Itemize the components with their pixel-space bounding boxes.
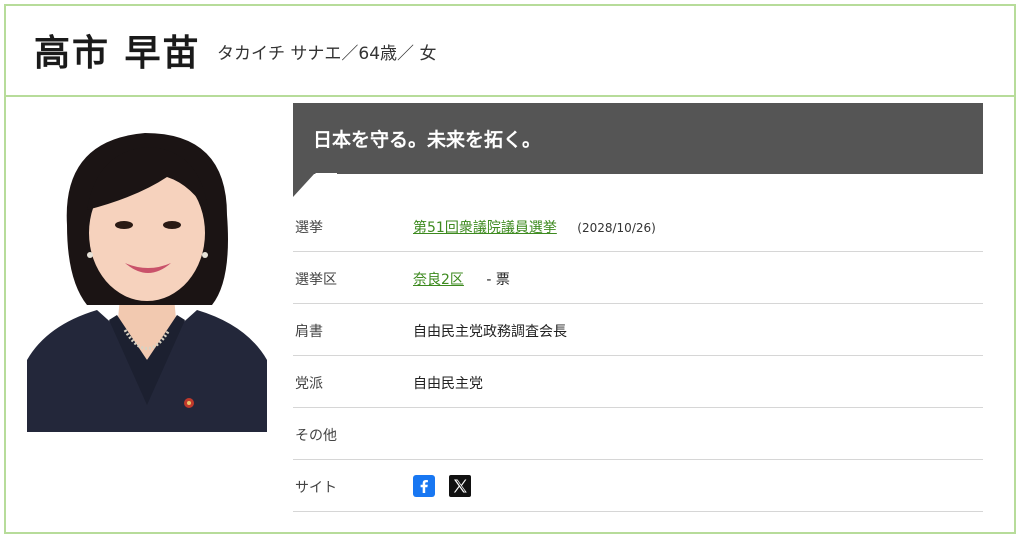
detail-row-title: 肩書 自由民主党政務調査会長 [293, 304, 983, 356]
detail-row-party: 党派 自由民主党 [293, 356, 983, 408]
candidate-kana-age-gender: タカイチ サナエ／64歳／ 女 [217, 44, 437, 64]
title-value: 自由民主党政務調査会長 [413, 324, 567, 340]
social-links [413, 475, 471, 497]
profile-header: 高市 早苗 タカイチ サナエ／64歳／ 女 [6, 6, 1014, 97]
party-label: 党派 [295, 376, 323, 392]
slogan-banner-tail [293, 173, 315, 197]
site-label: サイト [295, 480, 337, 496]
district-link[interactable]: 奈良2区 [413, 272, 464, 288]
details-list: 選挙 第51回衆議院議員選挙 (2028/10/26) 選挙区 奈良2区 - 票… [293, 200, 983, 512]
slogan-banner: 日本を守る。未来を拓く。 [293, 103, 983, 174]
slogan-banner-tail-cut [315, 173, 337, 197]
title-label: 肩書 [295, 324, 323, 340]
election-link[interactable]: 第51回衆議院議員選挙 [413, 220, 557, 236]
candidate-photo [27, 105, 267, 432]
detail-row-site: サイト [293, 460, 983, 512]
election-value: 第51回衆議院議員選挙 (2028/10/26) [413, 217, 656, 237]
election-date: (2028/10/26) [577, 221, 656, 235]
district-votes: - 票 [486, 272, 510, 288]
district-label: 選挙区 [295, 272, 337, 288]
facebook-icon[interactable] [413, 475, 435, 497]
detail-row-election: 選挙 第51回衆議院議員選挙 (2028/10/26) [293, 200, 983, 252]
election-label: 選挙 [295, 220, 323, 236]
x-icon[interactable] [449, 475, 471, 497]
other-label: その他 [295, 428, 337, 444]
detail-row-other: その他 [293, 408, 983, 460]
slogan-text: 日本を守る。未来を拓く。 [313, 129, 542, 151]
detail-row-district: 選挙区 奈良2区 - 票 [293, 252, 983, 304]
party-value: 自由民主党 [413, 376, 483, 392]
district-value: 奈良2区 - 票 [413, 269, 510, 289]
candidate-name: 高市 早苗 [34, 33, 201, 74]
